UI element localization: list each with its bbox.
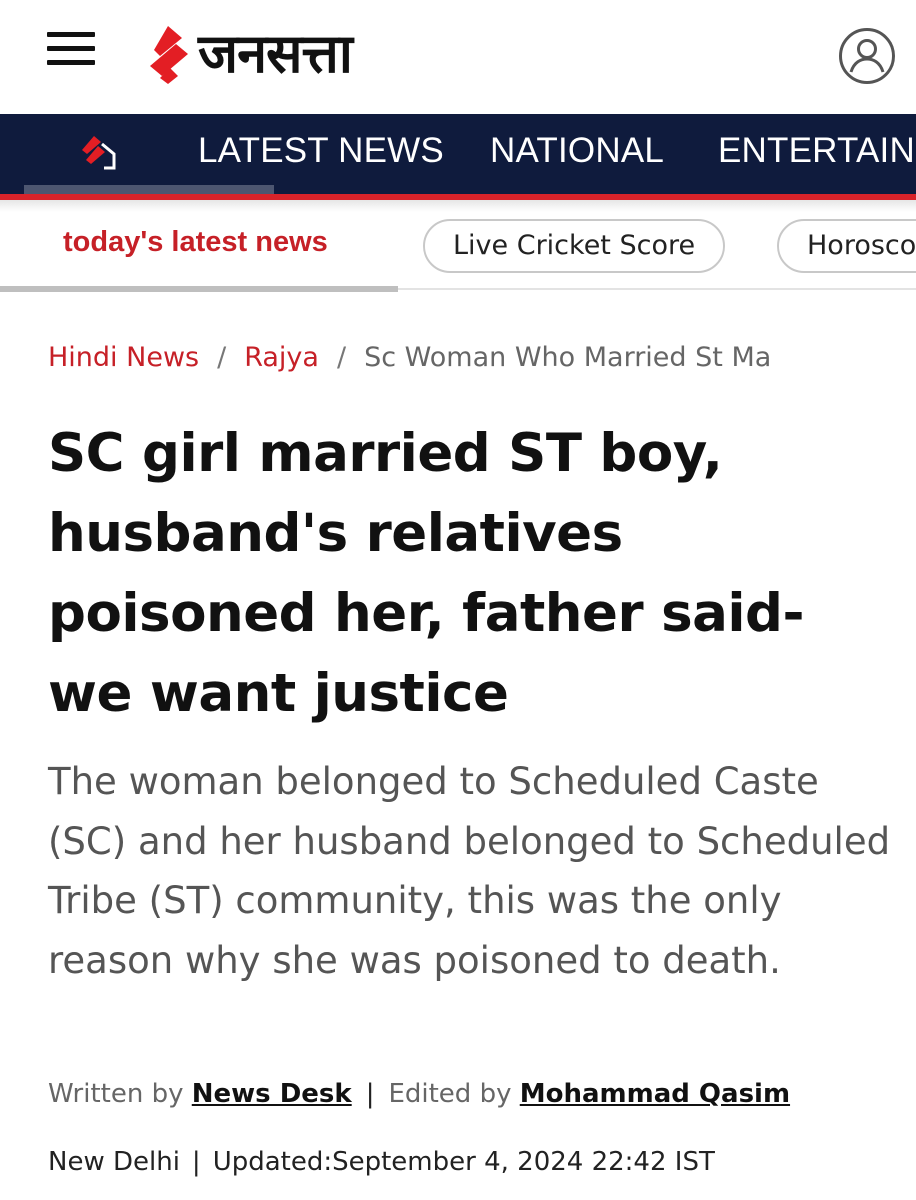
home-icon[interactable]: [78, 134, 118, 172]
article-byline: Written by News Desk | Edited by Mohammad …: [48, 1074, 908, 1114]
user-account-icon[interactable]: [838, 27, 896, 85]
site-logo[interactable]: जनसत्ता: [142, 22, 353, 86]
breadcrumb-rajya[interactable]: Rajya: [244, 342, 319, 373]
trending-title: today's latest news: [63, 226, 328, 258]
trending-bar: today's latest news Live Cricket Score H…: [0, 212, 916, 284]
dateline-updated: Updated:September 4, 2024 22:42 IST: [212, 1147, 715, 1177]
article-summary: The woman belonged to Scheduled Caste (S…: [48, 760, 891, 982]
written-by-label: Written by: [48, 1079, 184, 1109]
trending-pill-live-cricket[interactable]: Live Cricket Score: [423, 219, 726, 273]
trending-scrollbar[interactable]: [0, 286, 398, 292]
breadcrumb-current: Sc Woman Who Married St Ma: [364, 342, 772, 373]
breadcrumb-separator: /: [336, 342, 347, 373]
logo-text: जनसत्ता: [198, 22, 353, 85]
article-dateline: New Delhi | Updated:September 4, 2024 22:4…: [48, 1142, 908, 1182]
nav-item-entertainment[interactable]: ENTERTAIN: [718, 131, 915, 171]
article-headline: SC girl married ST boy, husband's relati…: [48, 423, 805, 724]
hamburger-menu-icon[interactable]: [47, 30, 95, 66]
logo-flame-icon: [150, 26, 188, 84]
breadcrumb-hindi-news[interactable]: Hindi News: [48, 342, 199, 373]
nav-active-indicator: [24, 185, 274, 194]
breadcrumb: Hindi News / Rajya / Sc Woman Who Married St…: [48, 338, 888, 378]
byline-separator: |: [365, 1079, 375, 1109]
edited-by-label: Edited by: [388, 1079, 512, 1109]
site-header: जनसत्ता: [0, 0, 916, 114]
author-link[interactable]: News Desk: [192, 1079, 352, 1109]
editor-link[interactable]: Mohammad Qasim: [520, 1079, 790, 1109]
nav-item-latest-news[interactable]: LATEST NEWS: [198, 131, 444, 171]
dateline-location: New Delhi: [48, 1147, 180, 1177]
breadcrumb-separator: /: [217, 342, 227, 373]
dateline-separator: |: [191, 1147, 201, 1177]
main-nav: LATEST NEWS NATIONAL ENTERTAIN: [0, 114, 916, 194]
nav-shadow: [0, 200, 916, 212]
nav-item-national[interactable]: NATIONAL: [490, 131, 664, 171]
trending-pill-horoscope[interactable]: Horosco: [777, 219, 916, 273]
